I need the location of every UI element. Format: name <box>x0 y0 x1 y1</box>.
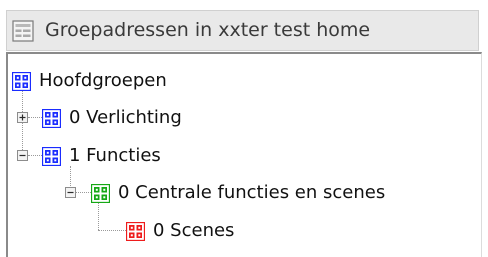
tree-item-label: 0 Scenes <box>153 220 235 241</box>
collapse-icon[interactable] <box>65 187 76 198</box>
tree-item-label: Hoofdgroepen <box>39 70 167 91</box>
group-address-tree[interactable]: Hoofdgroepen 0 Verlichting 1 Functies 0 … <box>6 52 482 257</box>
group-red-icon <box>126 221 145 241</box>
group-blue-icon <box>12 71 31 91</box>
group-blue-icon <box>42 108 61 128</box>
group-blue-icon <box>42 146 61 166</box>
panel-title: Groepadressen in xxter test home <box>45 19 371 41</box>
tree-connector <box>75 192 91 193</box>
tree-connector <box>98 230 126 231</box>
tree-item-functies[interactable]: 1 Functies <box>42 143 161 169</box>
tree-table-icon <box>12 20 34 42</box>
tree-connector <box>98 202 99 230</box>
tree-item-label: 1 Functies <box>69 145 161 166</box>
group-addresses-window: Groepadressen in xxter test home Hoofdgr… <box>0 0 488 257</box>
expand-icon[interactable] <box>17 112 28 123</box>
tree-item-centrale-functies[interactable]: 0 Centrale functies en scenes <box>91 180 385 206</box>
tree-item-hoofdgroepen[interactable]: Hoofdgroepen <box>12 68 167 94</box>
tree-item-label: 0 Centrale functies en scenes <box>118 182 386 203</box>
tree-item-verlichting[interactable]: 0 Verlichting <box>42 105 182 131</box>
tree-item-label: 0 Verlichting <box>69 107 182 128</box>
tree-connector <box>28 155 42 156</box>
collapse-icon[interactable] <box>17 150 28 161</box>
group-green-icon <box>91 183 110 203</box>
tree-item-scenes[interactable]: 0 Scenes <box>126 218 234 244</box>
tree-connector <box>28 117 42 118</box>
